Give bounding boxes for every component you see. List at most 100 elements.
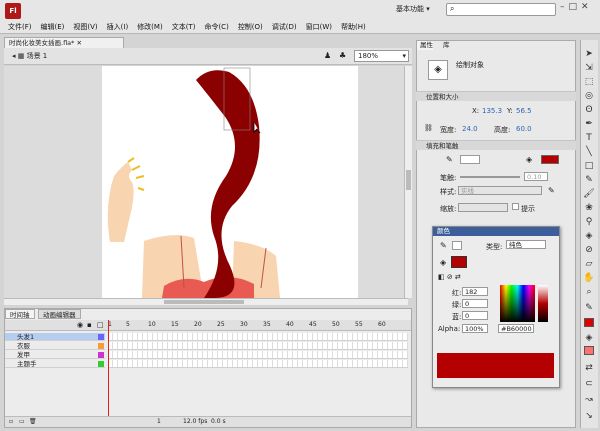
style-select[interactable]: 实线 bbox=[458, 186, 542, 195]
eraser-icon[interactable]: ▱ bbox=[582, 258, 596, 271]
menu-file[interactable]: 文件(F) bbox=[8, 22, 32, 32]
lock-icon[interactable]: ▪ bbox=[87, 321, 92, 329]
tab-motion-editor[interactable]: 动画编辑器 bbox=[38, 309, 81, 319]
layer-color-swatch[interactable] bbox=[98, 343, 104, 349]
stroke-color-swatch[interactable] bbox=[452, 241, 462, 250]
stroke-slider[interactable] bbox=[460, 176, 520, 178]
edit-style-icon[interactable]: ✎ bbox=[548, 186, 555, 195]
menu-insert[interactable]: 插入(I) bbox=[107, 22, 129, 32]
menu-view[interactable]: 视图(V) bbox=[73, 22, 97, 32]
close-icon[interactable]: ✕ bbox=[581, 2, 589, 12]
fill-color-swatch[interactable] bbox=[541, 155, 559, 164]
tab-properties[interactable]: 属性 bbox=[417, 41, 433, 50]
stroke-color-swatch[interactable] bbox=[584, 318, 594, 327]
straighten-icon[interactable]: ↘ bbox=[582, 410, 596, 423]
tab-timeline[interactable]: 时间轴 bbox=[5, 309, 35, 319]
x-field[interactable]: 135.3 bbox=[482, 107, 502, 115]
document-tab[interactable]: 时尚化妆美女插画.fla* ✕ bbox=[4, 37, 124, 48]
fill-color-tool-icon[interactable]: ◈ bbox=[582, 332, 596, 345]
maximize-icon[interactable]: □ bbox=[569, 2, 578, 12]
close-tab-icon[interactable]: ✕ bbox=[76, 39, 81, 47]
brightness-slider[interactable] bbox=[538, 285, 548, 322]
menu-text[interactable]: 文本(T) bbox=[172, 22, 196, 32]
delete-icon[interactable]: 🗑 bbox=[29, 417, 37, 427]
hex-field[interactable]: #B60000 bbox=[498, 324, 534, 333]
scale-select[interactable] bbox=[458, 203, 508, 212]
new-folder-icon[interactable]: ▭ bbox=[19, 417, 25, 427]
zoom-select[interactable]: 180% ▾ bbox=[354, 50, 409, 62]
menu-control[interactable]: 控制(O) bbox=[238, 22, 263, 32]
selection-tool-icon[interactable]: ➤ bbox=[582, 48, 596, 61]
width-field[interactable]: 24.0 bbox=[462, 125, 478, 133]
menu-debug[interactable]: 调试(D) bbox=[272, 22, 297, 32]
menu-edit[interactable]: 编辑(E) bbox=[41, 22, 65, 32]
section-position-size[interactable]: 位置和大小 bbox=[416, 91, 576, 101]
alpha-field[interactable]: 100% bbox=[462, 324, 488, 333]
free-transform-icon[interactable]: ⬚ bbox=[582, 76, 596, 89]
swap-colors-icon[interactable]: ◧ ⊘ ⇄ bbox=[438, 273, 461, 281]
stroke-value[interactable]: 0.10 bbox=[524, 172, 548, 181]
deco-tool-icon[interactable]: ❀ bbox=[582, 202, 596, 215]
menu-modify[interactable]: 修改(M) bbox=[137, 22, 163, 32]
edit-scene-icon[interactable]: ♣ bbox=[339, 51, 346, 60]
fill-color-swatch[interactable] bbox=[584, 346, 594, 355]
workspace-switcher[interactable]: 基本功能 ▾ bbox=[396, 4, 430, 14]
color-panel-title[interactable]: 颜色 bbox=[433, 227, 559, 236]
smooth-icon[interactable]: ↝ bbox=[582, 394, 596, 407]
bucket-icon[interactable]: ◈ bbox=[440, 258, 446, 267]
swap-colors-icon[interactable]: ⇄ bbox=[582, 362, 596, 375]
layer-color-swatch[interactable] bbox=[98, 361, 104, 367]
eyedropper-icon[interactable]: ⊘ bbox=[582, 244, 596, 257]
section-fill-stroke[interactable]: 填充和笔触 bbox=[416, 140, 576, 150]
playhead[interactable] bbox=[108, 320, 109, 426]
height-field[interactable]: 60.0 bbox=[516, 125, 532, 133]
zoom-tool-icon[interactable]: ⌕ bbox=[582, 286, 596, 299]
menu-window[interactable]: 窗口(W) bbox=[306, 22, 332, 32]
menu-commands[interactable]: 命令(C) bbox=[204, 22, 228, 32]
frame-track[interactable] bbox=[108, 360, 408, 368]
layer-row[interactable]: 主题手 bbox=[5, 360, 105, 368]
brush-tool-icon[interactable]: 🖌 bbox=[582, 188, 596, 201]
y-field[interactable]: 56.5 bbox=[516, 107, 532, 115]
fill-color-swatch[interactable] bbox=[451, 256, 467, 268]
menu-help[interactable]: 帮助(H) bbox=[341, 22, 366, 32]
hand-tool-icon[interactable]: ✋ bbox=[582, 272, 596, 285]
type-select[interactable]: 纯色 bbox=[506, 240, 546, 249]
edit-symbol-icon[interactable]: ♟ bbox=[324, 51, 331, 60]
scene-breadcrumb[interactable]: ◂ ▦ 场景 1 bbox=[12, 51, 47, 61]
green-field[interactable]: 0 bbox=[462, 299, 488, 308]
frame-track[interactable] bbox=[108, 333, 408, 341]
pen-tool-icon[interactable]: ✒ bbox=[582, 118, 596, 131]
tab-library[interactable]: 库 bbox=[440, 41, 450, 50]
frame-track[interactable] bbox=[108, 342, 408, 350]
bone-tool-icon[interactable]: ⚲ bbox=[582, 216, 596, 229]
line-tool-icon[interactable]: ╲ bbox=[582, 146, 596, 159]
rectangle-tool-icon[interactable]: □ bbox=[582, 160, 596, 173]
stroke-color-swatch[interactable] bbox=[460, 155, 480, 164]
layer-color-swatch[interactable] bbox=[98, 352, 104, 358]
layer-row[interactable]: 头发1 bbox=[5, 333, 105, 341]
lasso-icon[interactable]: ʘ bbox=[582, 104, 596, 117]
pencil-icon[interactable]: ✎ bbox=[440, 241, 447, 250]
snap-icon[interactable]: ⊂ bbox=[582, 378, 596, 391]
stage-area[interactable] bbox=[4, 66, 408, 298]
layer-color-swatch[interactable] bbox=[98, 334, 104, 340]
link-icon[interactable]: ⛓ bbox=[424, 124, 433, 132]
blue-field[interactable]: 0 bbox=[462, 311, 488, 320]
eye-icon[interactable]: ◉ bbox=[77, 321, 83, 329]
color-spectrum[interactable] bbox=[500, 285, 535, 322]
pencil-tool-icon[interactable]: ✎ bbox=[582, 174, 596, 187]
minimize-icon[interactable]: – bbox=[560, 2, 565, 12]
frame-track[interactable] bbox=[108, 351, 408, 359]
outline-icon[interactable]: □ bbox=[97, 321, 104, 329]
horizontal-scrollbar[interactable] bbox=[4, 298, 408, 305]
text-tool-icon[interactable]: T bbox=[582, 132, 596, 145]
paint-bucket-icon[interactable]: ◈ bbox=[582, 230, 596, 243]
subselection-tool-icon[interactable]: ⇲ bbox=[582, 62, 596, 75]
stroke-color-tool-icon[interactable]: ✎ bbox=[582, 302, 596, 315]
layer-row[interactable]: 衣服 bbox=[5, 342, 105, 350]
red-field[interactable]: 182 bbox=[462, 287, 488, 296]
search-input[interactable]: ⌕ bbox=[446, 3, 556, 16]
layer-row[interactable]: 发甲 bbox=[5, 351, 105, 359]
new-layer-icon[interactable]: ▫ bbox=[9, 417, 13, 427]
